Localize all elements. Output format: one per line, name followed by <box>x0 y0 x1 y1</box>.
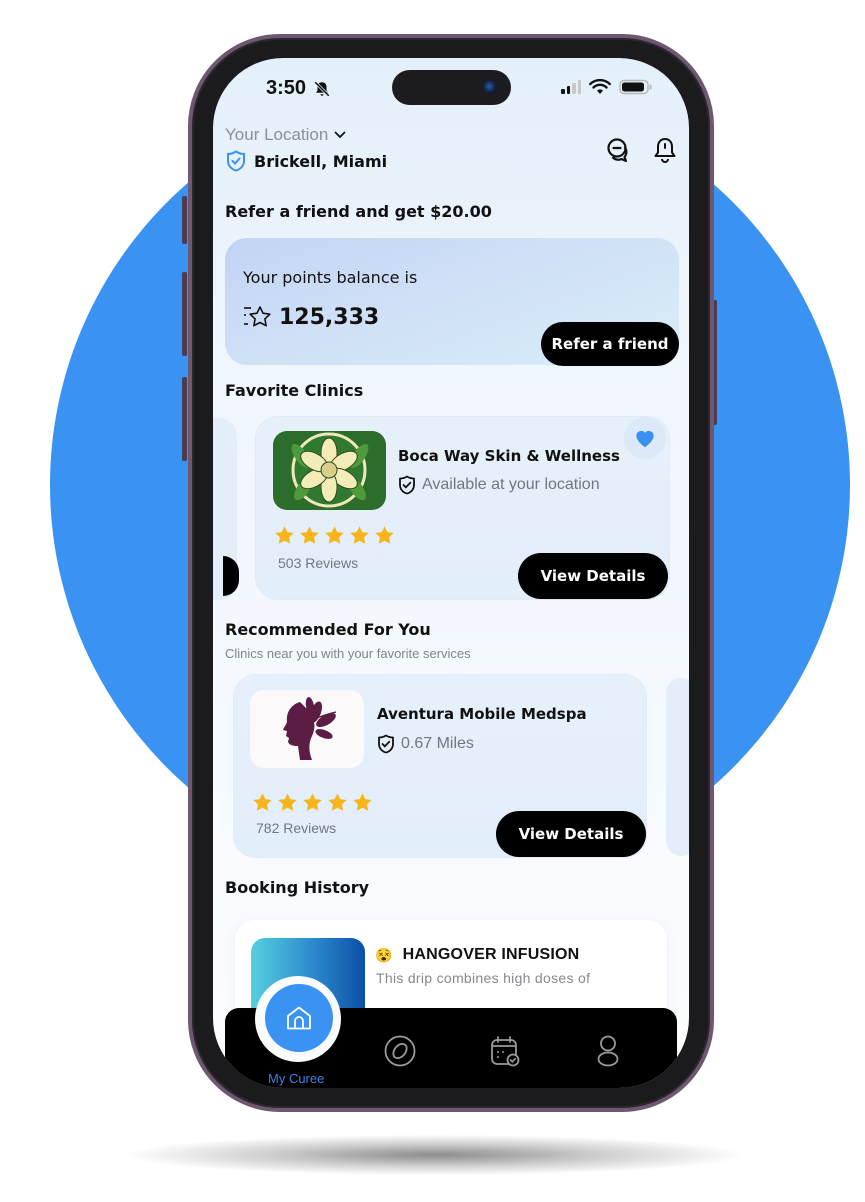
booking-description: This drip combines high doses of <box>376 970 591 986</box>
status-time: 3:50 <box>266 77 307 99</box>
distance-text: 0.67 Miles <box>401 735 474 752</box>
location-value: Brickell, Miami <box>254 151 388 171</box>
view-details-button[interactable]: View Details <box>496 811 646 857</box>
favorite-clinic-card[interactable]: Boca Way Skin & Wellness Available at yo… <box>256 417 669 599</box>
status-icons <box>561 79 653 95</box>
star-icon <box>278 793 297 811</box>
previous-clinic-card[interactable] <box>213 418 239 600</box>
heart-icon <box>636 430 654 448</box>
review-count: 503 Reviews <box>278 555 359 571</box>
tab-home[interactable] <box>265 984 333 1052</box>
camera-icon <box>483 80 497 94</box>
bell-slash-icon <box>314 81 330 97</box>
clinic-name: Aventura Mobile Medspa <box>377 705 587 723</box>
check-shield-icon <box>399 475 415 495</box>
calendar-icon[interactable] <box>488 1034 522 1068</box>
tab-home-label[interactable]: My Curee <box>268 1071 324 1086</box>
points-value: 125,333 <box>279 304 380 330</box>
refer-friend-button[interactable]: Refer a friend <box>541 322 679 366</box>
points-star-icon <box>244 306 271 327</box>
check-shield-icon <box>378 734 394 754</box>
verified-shield-icon <box>227 150 245 172</box>
star-icon <box>328 793 347 811</box>
volume-up-button <box>182 272 187 356</box>
star-icon <box>300 526 319 544</box>
star-icon <box>303 793 322 811</box>
recommended-subtitle: Clinics near you with your favorite serv… <box>225 646 471 661</box>
battery-icon <box>619 79 652 95</box>
points-card: Your points balance is 125,333 Refer a f… <box>225 238 679 366</box>
explore-icon[interactable] <box>383 1034 417 1068</box>
favorite-button[interactable] <box>624 417 666 459</box>
location-label: Your Location <box>225 125 329 144</box>
availability-text: Available at your location <box>422 476 600 493</box>
booking-history-title: Booking History <box>225 878 370 897</box>
wifi-icon <box>589 79 611 94</box>
recommended-title: Recommended For You <box>225 620 431 639</box>
star-icon <box>350 526 369 544</box>
app-screen: 3:50 Your Location Brickell, Miami Refer… <box>213 58 689 1088</box>
clinic-logo-face <box>250 690 364 768</box>
favorite-clinics-title: Favorite Clinics <box>225 381 364 400</box>
booking-title: HANGOVER INFUSION <box>402 946 580 963</box>
booking-title-row: 😵 HANGOVER INFUSION <box>375 946 579 964</box>
points-label: Your points balance is <box>243 268 418 287</box>
signal-icon <box>561 80 581 94</box>
review-count: 782 Reviews <box>256 820 337 836</box>
bell-icon[interactable] <box>651 136 679 164</box>
chat-icon[interactable] <box>605 136 633 164</box>
star-icon <box>325 526 344 544</box>
phone-shadow <box>130 1135 740 1175</box>
dizzy-face-icon: 😵 <box>375 946 393 963</box>
clinic-name: Boca Way Skin & Wellness <box>398 447 620 465</box>
view-details-button[interactable]: View Details <box>518 553 668 599</box>
chevron-down-icon <box>334 131 346 139</box>
referral-title: Refer a friend and get $20.00 <box>225 202 492 221</box>
location-selector[interactable]: Your Location <box>225 125 346 145</box>
rating-stars <box>252 792 373 813</box>
volume-down-button <box>182 377 187 461</box>
recommended-clinic-card[interactable]: Aventura Mobile Medspa 0.67 Miles 782 Re… <box>234 675 646 857</box>
home-icon <box>287 1006 311 1030</box>
action-button <box>182 196 187 244</box>
points-balance: 125,333 <box>243 304 379 330</box>
star-icon <box>253 793 272 811</box>
current-location[interactable]: Brickell, Miami <box>226 150 387 172</box>
next-clinic-card[interactable] <box>666 678 689 856</box>
star-icon <box>353 793 372 811</box>
clinic-availability: Available at your location <box>398 475 600 495</box>
profile-icon[interactable] <box>591 1034 625 1068</box>
star-icon <box>375 526 394 544</box>
clinic-distance: 0.67 Miles <box>377 734 474 754</box>
dynamic-island <box>392 70 511 105</box>
clinic-logo-flower <box>273 431 386 510</box>
rating-stars <box>274 525 395 546</box>
star-icon <box>275 526 294 544</box>
